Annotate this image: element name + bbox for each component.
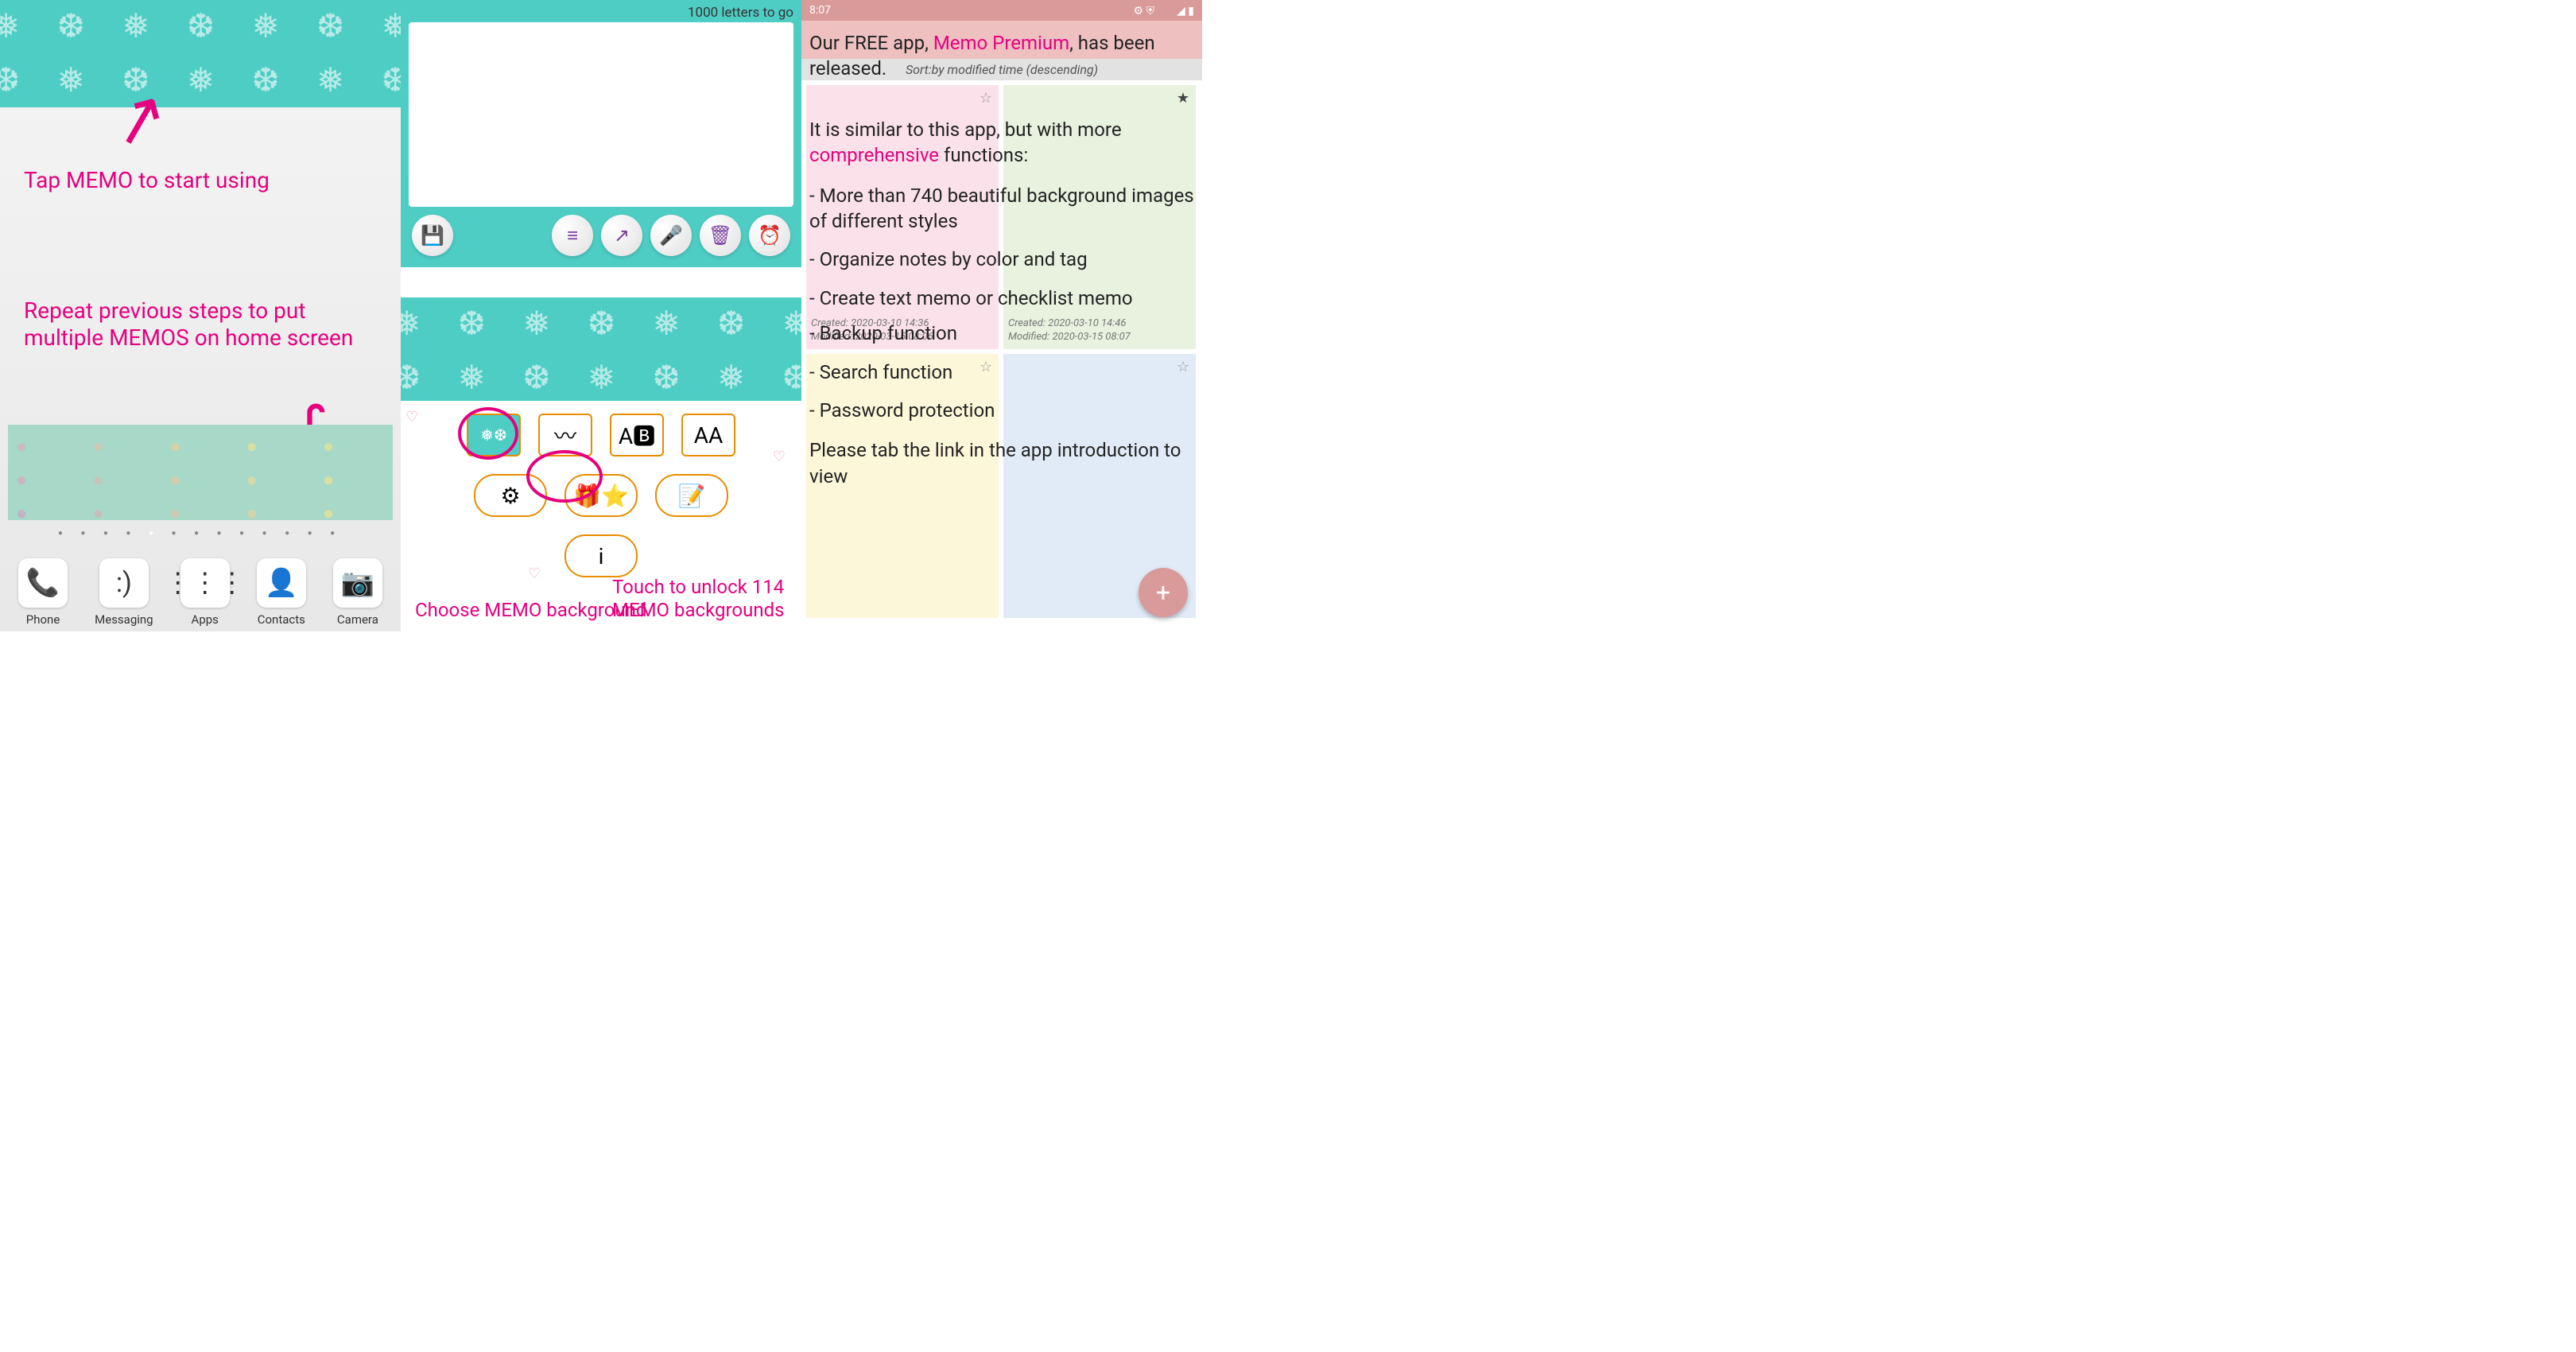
memo-textarea[interactable] bbox=[409, 22, 793, 207]
add-memo-fab[interactable]: + bbox=[1139, 568, 1188, 617]
apps-icon: ⋮⋮⋮ bbox=[180, 558, 230, 608]
memo-card[interactable]: ★ Created: 2020-03-10 14:46Modified: 202… bbox=[1003, 85, 1196, 349]
star-filled-icon[interactable]: ★ bbox=[1177, 90, 1189, 107]
memo-editor-panel: 1000 letters to go 💾 ≡ ↗ 🎤 🗑 ⏰ ♡ ♡ ♡ ❅❆ … bbox=[401, 0, 801, 631]
repeat-steps-annotation: Repeat previous steps to put multiple ME… bbox=[24, 297, 358, 351]
font-size-option[interactable]: AA bbox=[681, 414, 735, 456]
star-icon[interactable]: ☆ bbox=[1177, 359, 1189, 375]
cards-grid: ☆ Created: 2020-03-10 14:36Modified: 202… bbox=[801, 80, 1202, 623]
messaging-icon: :) bbox=[99, 558, 149, 608]
dock-contacts[interactable]: 👤Contacts bbox=[257, 558, 306, 627]
app-bar bbox=[801, 21, 1202, 59]
unlock-bg-annotation: Touch to unlock 114 MEMO backgrounds bbox=[612, 576, 801, 622]
alarm-button[interactable]: ⏰ bbox=[749, 215, 790, 256]
memo-widget-snowflake[interactable] bbox=[0, 0, 401, 107]
tap-memo-annotation: Tap MEMO to start using bbox=[24, 167, 270, 194]
memo-list-option[interactable]: 📝 bbox=[655, 474, 728, 517]
memo-card[interactable]: ☆ bbox=[806, 354, 999, 618]
memo-list-panel: 8:07 ⚙ ⛨ ◢ ▮ Sort:by modified time (desc… bbox=[801, 0, 1202, 631]
dock: 📞Phone :)Messaging ⋮⋮⋮Apps 👤Contacts 📷Ca… bbox=[0, 548, 401, 631]
memo-card[interactable]: ☆ Created: 2020-03-10 14:36Modified: 202… bbox=[806, 85, 999, 349]
dock-camera[interactable]: 📷Camera bbox=[333, 558, 382, 627]
sort-bar[interactable]: Sort:by modified time (descending) bbox=[801, 59, 1202, 80]
phone-icon: 📞 bbox=[18, 558, 68, 608]
star-icon[interactable]: ☆ bbox=[980, 359, 992, 375]
camera-icon: 📷 bbox=[333, 558, 382, 608]
options-grid: ♡ ♡ ♡ ❅❆ 〰 A🅱 AA ⚙ 🎁⭐ 📝 i bbox=[401, 401, 801, 590]
heart-icon: ♡ bbox=[773, 449, 786, 465]
mic-button[interactable]: 🎤 bbox=[650, 215, 692, 256]
home-screen-panel: ↗ Tap MEMO to start using Repeat previou… bbox=[0, 0, 401, 631]
heart-icon: ♡ bbox=[405, 409, 418, 425]
circle-annotation-icon bbox=[526, 450, 603, 503]
page-indicator[interactable]: ● ● ● ● ● ● ● ● ● ● ● ● ● bbox=[0, 529, 401, 538]
status-time: 8:07 bbox=[809, 4, 831, 17]
status-icons: ⚙ ⛨ ◢ ▮ bbox=[1134, 2, 1194, 18]
background-preview bbox=[401, 297, 801, 401]
dock-messaging[interactable]: :)Messaging bbox=[95, 558, 153, 627]
heart-icon: ♡ bbox=[528, 565, 541, 582]
delete-button[interactable]: 🗑 bbox=[700, 215, 741, 256]
dock-phone[interactable]: 📞Phone bbox=[18, 558, 68, 627]
memo-widget-polka[interactable] bbox=[8, 425, 393, 520]
save-button[interactable]: 💾 bbox=[412, 215, 453, 256]
star-icon[interactable]: ☆ bbox=[980, 90, 992, 107]
status-bar: 8:07 ⚙ ⛨ ◢ ▮ bbox=[801, 0, 1202, 21]
contacts-icon: 👤 bbox=[257, 558, 306, 608]
share-button[interactable]: ↗ bbox=[601, 215, 642, 256]
font-color-option[interactable]: A🅱 bbox=[610, 414, 664, 456]
circle-annotation-icon bbox=[458, 407, 518, 460]
align-button[interactable]: ≡ bbox=[552, 215, 593, 256]
dock-apps[interactable]: ⋮⋮⋮Apps bbox=[180, 558, 230, 627]
info-option[interactable]: i bbox=[564, 534, 638, 577]
char-counter: 1000 letters to go bbox=[409, 5, 793, 21]
